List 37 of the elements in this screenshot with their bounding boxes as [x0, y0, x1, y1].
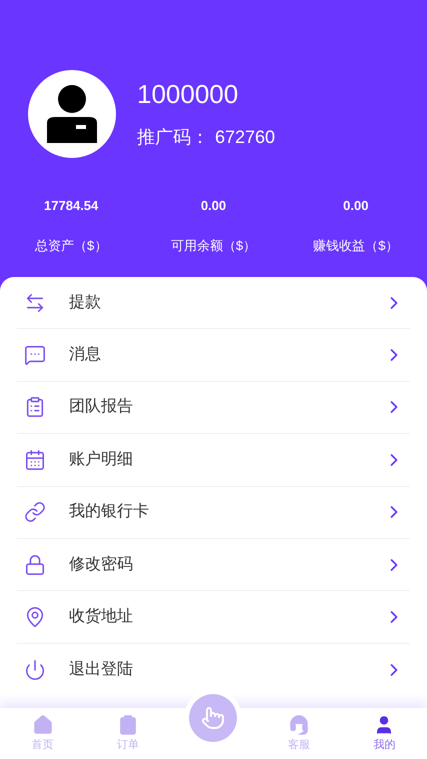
menu-item[interactable]: 消息 [17, 329, 410, 382]
menu-item[interactable]: 收货地址 [17, 591, 410, 644]
stat-value: 0.00 [343, 197, 368, 215]
username: 1000000 [137, 78, 240, 110]
menu-item[interactable]: 退出登陆 [17, 644, 410, 696]
hand-pointer-icon [201, 706, 226, 730]
menu-label: 收货地址 [69, 606, 133, 628]
menu-label: 账户明细 [69, 450, 133, 470]
center-action-button[interactable] [189, 694, 238, 742]
menu-label: 提款 [69, 292, 101, 313]
home-icon [32, 714, 54, 736]
menu-item[interactable]: 团队报告 [17, 382, 410, 434]
power-icon [24, 658, 46, 681]
stat-value: 17784.54 [44, 197, 98, 215]
tab[interactable]: 我的 [342, 708, 427, 759]
menu-label: 修改密码 [69, 554, 133, 575]
promo-code: 672760 [215, 126, 276, 148]
stat-value: 0.00 [200, 197, 226, 215]
menu-item[interactable]: 修改密码 [17, 538, 410, 592]
menu-item[interactable]: 账户明细 [17, 434, 410, 487]
menu-item[interactable]: 提款 [17, 277, 410, 330]
menu-item[interactable]: 我的银行卡 [17, 486, 410, 539]
menu-label: 退出登陆 [69, 660, 133, 680]
calendar-icon [24, 448, 46, 471]
map-pin-icon [24, 606, 46, 628]
chat-bubble-icon [24, 344, 46, 366]
stat-label: 可用余额（$） [170, 236, 256, 254]
promo-label: 推广码： [137, 126, 209, 148]
exchange-icon [24, 292, 46, 314]
stat-label: 总资产（$） [35, 236, 108, 254]
menu-label: 团队报告 [69, 396, 133, 418]
lock-icon [24, 554, 46, 576]
person-icon [45, 85, 99, 143]
stat-label: 赚钱收益（$） [313, 236, 398, 254]
menu-label: 消息 [69, 344, 101, 366]
menu-label: 我的银行卡 [69, 502, 149, 522]
link-icon [24, 501, 46, 524]
